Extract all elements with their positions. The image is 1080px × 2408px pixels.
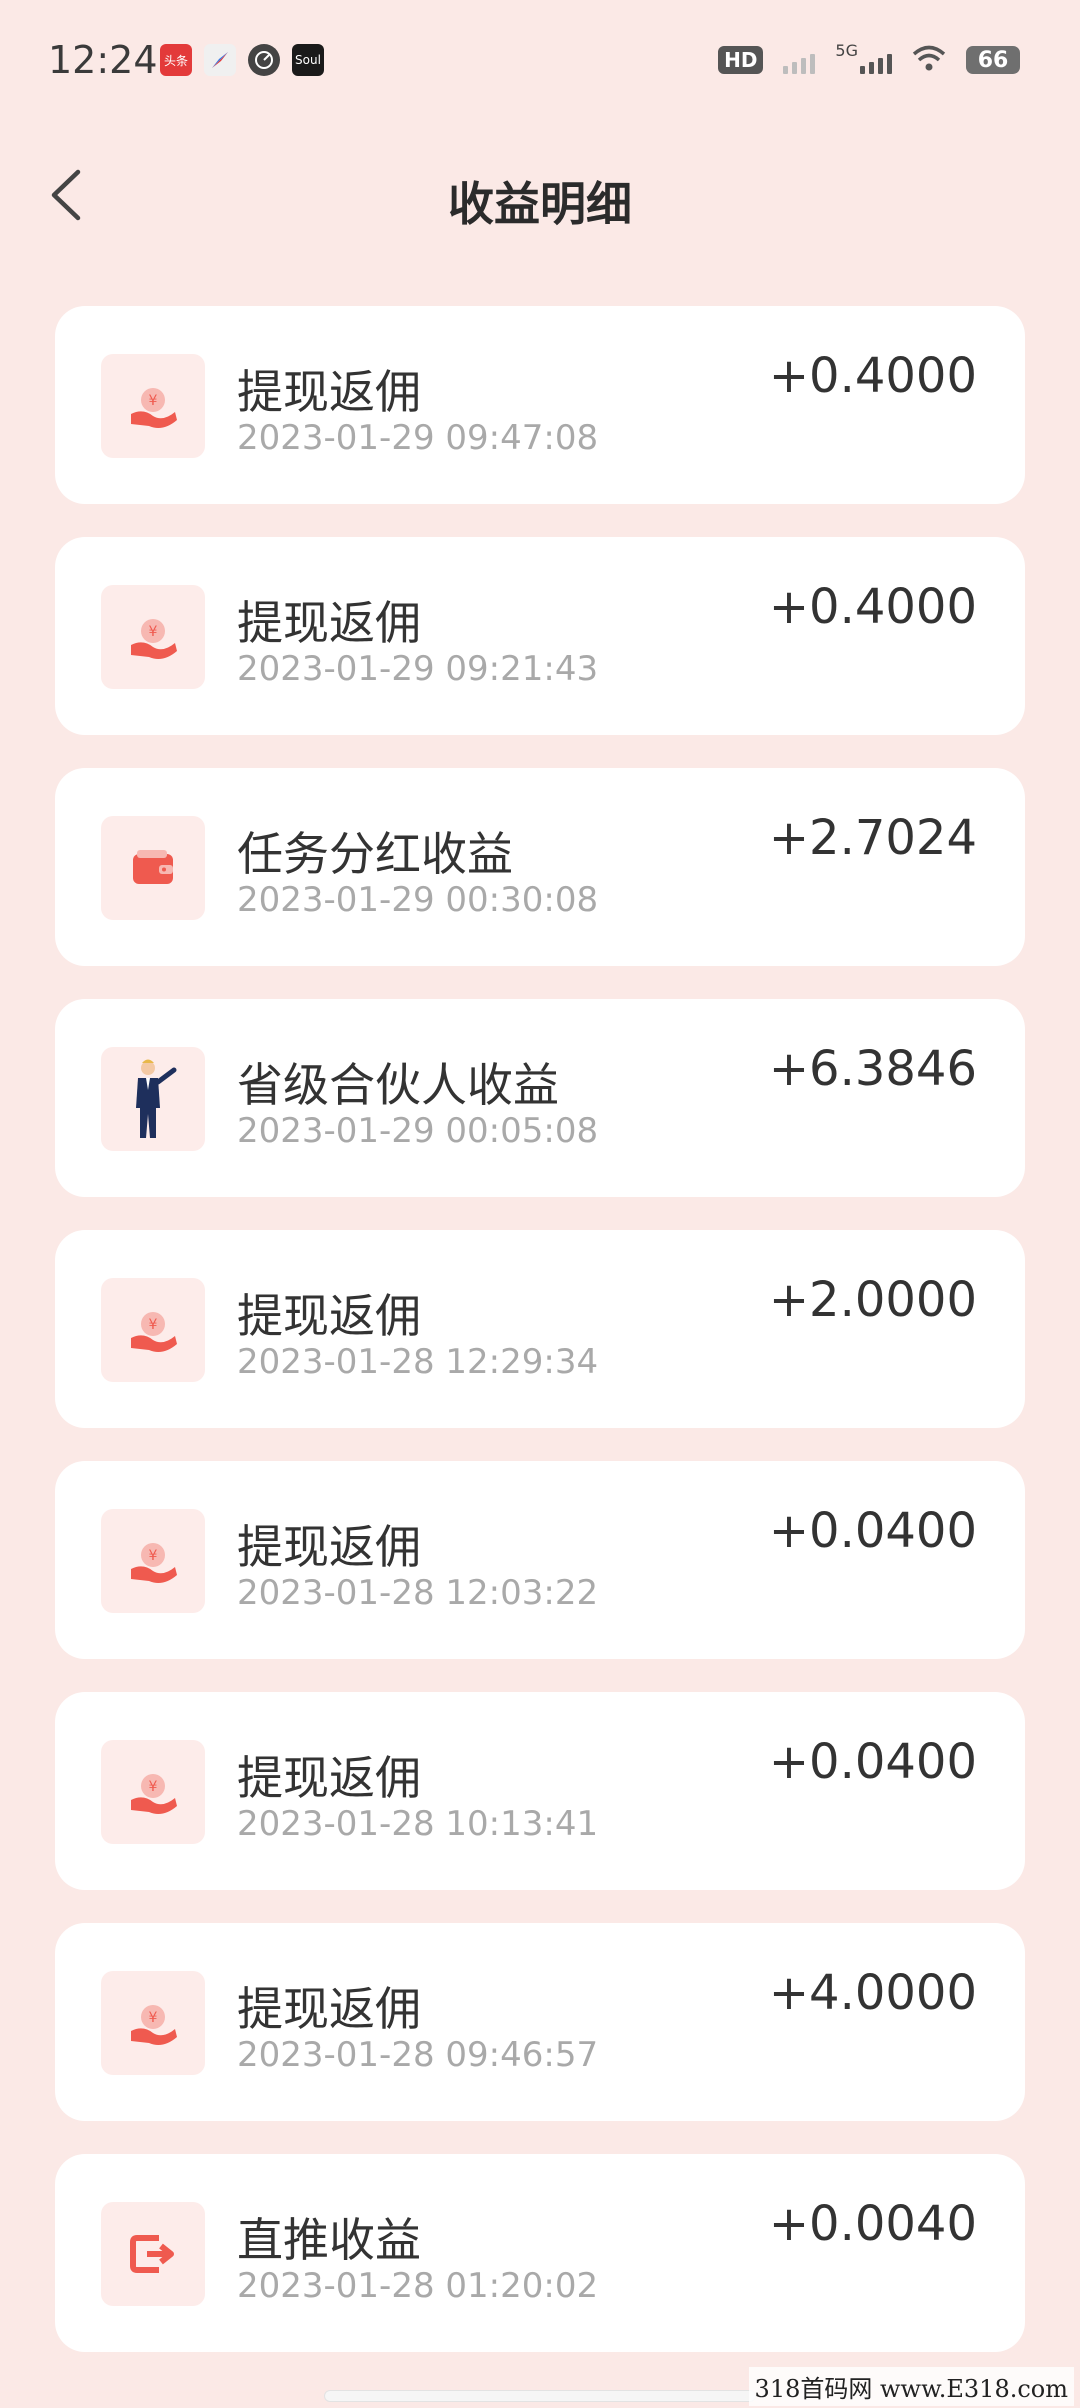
income-item[interactable]: ¥ 提现返佣 2023-01-29 09:47:08 +0.4000: [55, 306, 1025, 504]
svg-text:¥: ¥: [149, 624, 158, 640]
income-item[interactable]: 任务分红收益 2023-01-29 00:30:08 +2.7024: [55, 768, 1025, 966]
item-time: 2023-01-29 00:30:08: [237, 880, 599, 920]
soul-app-icon: Soul: [292, 44, 324, 76]
toutiao-app-icon: 头条: [160, 44, 192, 76]
income-item[interactable]: ¥ 提现返佣 2023-01-29 09:21:43 +0.4000: [55, 537, 1025, 735]
businessman-icon: [101, 1047, 205, 1151]
gauge-app-icon: [248, 44, 280, 76]
signal-2-icon: [860, 46, 892, 74]
wifi-icon: [912, 44, 946, 76]
item-amount: +2.0000: [768, 1272, 977, 1328]
signal-1-icon: [783, 46, 816, 74]
income-item[interactable]: ¥ 提现返佣 2023-01-28 09:46:57 +4.0000: [55, 1923, 1025, 2121]
item-amount: +0.0400: [768, 1503, 977, 1559]
wallet-icon: [101, 816, 205, 920]
item-time: 2023-01-29 09:47:08: [237, 418, 599, 458]
hand-coin-icon: ¥: [101, 1740, 205, 1844]
item-title: 提现返佣: [237, 1289, 421, 1343]
battery-indicator: 66: [966, 46, 1020, 74]
item-time: 2023-01-28 10:13:41: [237, 1804, 599, 1844]
page-header: 收益明细: [0, 150, 1080, 240]
item-title: 提现返佣: [237, 365, 421, 419]
item-title: 任务分红收益: [237, 827, 513, 881]
notification-icons: 头条 Soul: [160, 44, 324, 76]
item-amount: +0.0400: [768, 1734, 977, 1790]
item-title: 直推收益: [237, 2213, 421, 2267]
item-amount: +6.3846: [768, 1041, 977, 1097]
income-item[interactable]: 省级合伙人收益 2023-01-29 00:05:08 +6.3846: [55, 999, 1025, 1197]
compass-app-icon: [204, 44, 236, 76]
svg-text:¥: ¥: [149, 1548, 158, 1564]
item-title: 提现返佣: [237, 1751, 421, 1805]
item-title: 提现返佣: [237, 1982, 421, 2036]
svg-text:¥: ¥: [149, 2010, 158, 2026]
hand-coin-icon: ¥: [101, 354, 205, 458]
hand-coin-icon: ¥: [101, 585, 205, 689]
svg-text:¥: ¥: [149, 393, 158, 409]
hand-coin-icon: ¥: [101, 1278, 205, 1382]
item-time: 2023-01-28 12:03:22: [237, 1573, 599, 1613]
item-time: 2023-01-28 12:29:34: [237, 1342, 599, 1382]
item-amount: +0.4000: [768, 579, 977, 635]
status-bar: 12:24 头条 Soul HD 5G 66: [0, 0, 1080, 128]
item-time: 2023-01-28 01:20:02: [237, 2266, 599, 2306]
item-title: 提现返佣: [237, 1520, 421, 1574]
status-time: 12:24: [48, 38, 158, 82]
item-amount: +0.4000: [768, 348, 977, 404]
export-arrow-icon: [101, 2202, 205, 2306]
hand-coin-icon: ¥: [101, 1509, 205, 1613]
watermark: 318首码网 www.E318.com: [748, 2367, 1074, 2406]
network-type: 5G: [835, 40, 858, 60]
item-amount: +0.0040: [768, 2196, 977, 2252]
home-indicator[interactable]: [324, 2390, 756, 2402]
system-indicators: HD 5G 66: [718, 40, 1020, 76]
item-title: 提现返佣: [237, 596, 421, 650]
income-item[interactable]: 直推收益 2023-01-28 01:20:02 +0.0040: [55, 2154, 1025, 2352]
svg-text:¥: ¥: [149, 1779, 158, 1795]
item-amount: +4.0000: [768, 1965, 977, 2021]
income-item[interactable]: ¥ 提现返佣 2023-01-28 12:03:22 +0.0400: [55, 1461, 1025, 1659]
hand-coin-icon: ¥: [101, 1971, 205, 2075]
item-amount: +2.7024: [768, 810, 977, 866]
page-title: 收益明细: [448, 177, 632, 231]
item-time: 2023-01-29 00:05:08: [237, 1111, 599, 1151]
income-item[interactable]: ¥ 提现返佣 2023-01-28 10:13:41 +0.0400: [55, 1692, 1025, 1890]
item-time: 2023-01-28 09:46:57: [237, 2035, 599, 2075]
hd-badge: HD: [718, 46, 764, 74]
item-time: 2023-01-29 09:21:43: [237, 649, 599, 689]
income-list: ¥ 提现返佣 2023-01-29 09:47:08 +0.4000 ¥ 提现返…: [55, 306, 1025, 2385]
item-title: 省级合伙人收益: [237, 1058, 559, 1112]
income-item[interactable]: ¥ 提现返佣 2023-01-28 12:29:34 +2.0000: [55, 1230, 1025, 1428]
svg-text:¥: ¥: [149, 1317, 158, 1333]
